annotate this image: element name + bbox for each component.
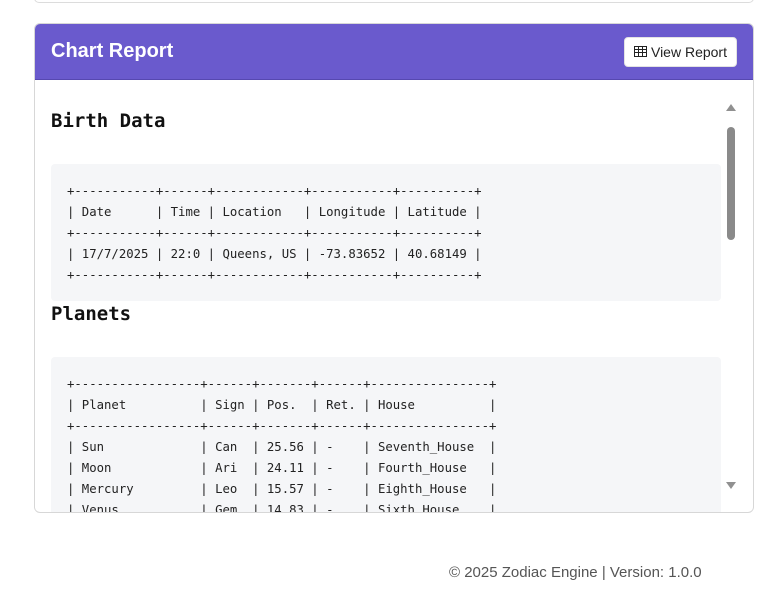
card-title: Chart Report bbox=[51, 40, 174, 62]
table-row: | Moon | Ari | 24.11 | - | Fourth_House … bbox=[67, 461, 497, 475]
table-line: +-----------------+------+-------+------… bbox=[67, 377, 497, 391]
table-line: +-----------+------+------------+-------… bbox=[67, 184, 482, 198]
scroll-down-icon[interactable] bbox=[726, 482, 736, 489]
planets-table: +-----------------+------+-------+------… bbox=[51, 357, 721, 512]
previous-card-edge bbox=[34, 0, 754, 3]
scroll-up-icon[interactable] bbox=[726, 104, 736, 111]
birth-data-table: +-----------+------+------------+-------… bbox=[51, 164, 721, 301]
table-row: | 17/7/2025 | 22:0 | Queens, US | -73.83… bbox=[67, 247, 482, 261]
table-icon bbox=[633, 46, 647, 57]
chart-report-card: Chart Report View Report Birth Data +---… bbox=[34, 23, 754, 513]
footer-text: © 2025 Zodiac Engine | Version: 1.0.0 bbox=[449, 564, 702, 581]
report-scroll-area[interactable]: Birth Data +-----------+------+---------… bbox=[35, 81, 753, 512]
table-header-row: | Planet | Sign | Pos. | Ret. | House | bbox=[67, 398, 497, 412]
card-header: Chart Report View Report bbox=[35, 24, 753, 80]
vertical-scrollbar[interactable] bbox=[725, 99, 737, 491]
view-report-label: View Report bbox=[650, 43, 727, 60]
table-row: | Mercury | Leo | 15.57 | - | Eighth_Hou… bbox=[67, 482, 497, 496]
table-line: +-----------+------+------------+-------… bbox=[67, 226, 482, 240]
planets-heading: Planets bbox=[51, 303, 132, 325]
table-header-row: | Date | Time | Location | Longitude | L… bbox=[67, 205, 482, 219]
scrollbar-thumb[interactable] bbox=[727, 127, 735, 240]
view-report-button[interactable]: View Report bbox=[623, 36, 737, 67]
table-row: | Sun | Can | 25.56 | - | Seventh_House … bbox=[67, 440, 497, 454]
birth-data-heading: Birth Data bbox=[51, 110, 166, 132]
table-line: +-----------+------+------------+-------… bbox=[67, 268, 482, 282]
table-row: | Venus | Gem | 14.83 | - | Sixth_House … bbox=[67, 503, 497, 512]
table-line: +-----------------+------+-------+------… bbox=[67, 419, 497, 433]
